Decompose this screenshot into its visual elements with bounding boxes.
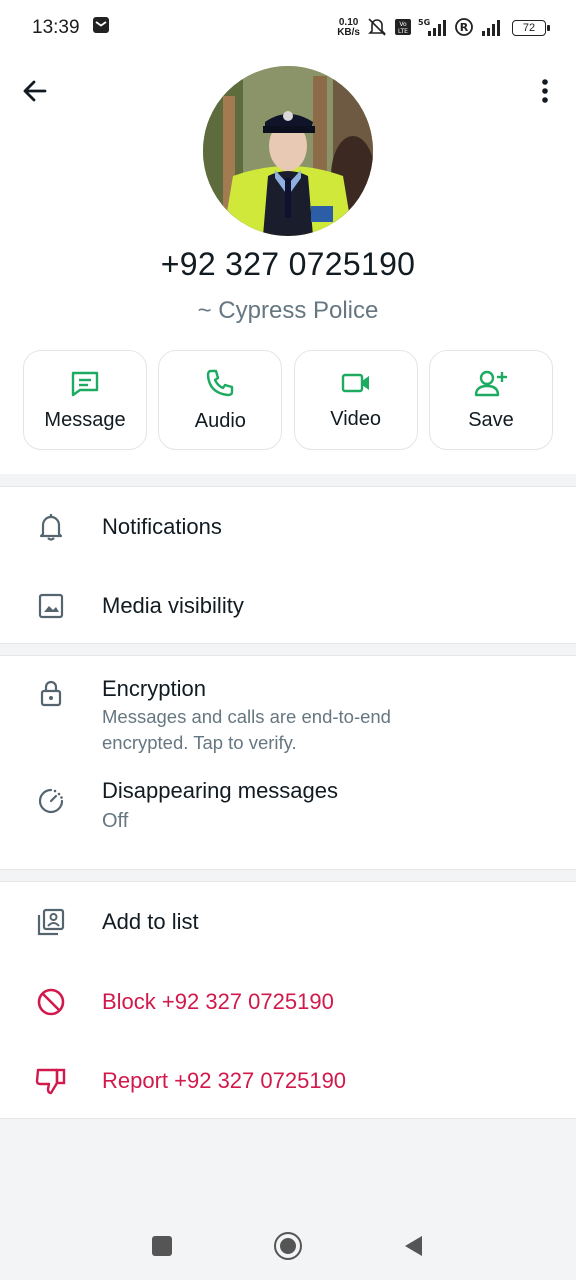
battery-icon: 72 [512, 20, 550, 36]
report-contact-row[interactable]: Report +92 327 0725190 [0, 1042, 576, 1120]
lock-icon [34, 676, 68, 710]
registered-icon: R [454, 17, 474, 40]
message-button-label: Message [44, 408, 126, 431]
message-button[interactable]: Message [23, 350, 147, 450]
battery-level: 72 [522, 22, 536, 34]
triangle-back-icon [405, 1236, 422, 1256]
contact-phone-number: +92 327 0725190 [160, 246, 416, 282]
media-visibility-row[interactable]: Media visibility [0, 567, 576, 645]
network-speed: 0.10 KB/s [337, 18, 360, 38]
notifications-label: Notifications [102, 514, 222, 539]
disappearing-messages-title: Disappearing messages [102, 778, 339, 803]
svg-text:5G: 5G [418, 18, 430, 27]
image-icon [34, 589, 68, 623]
report-contact-label: Report +92 327 0725190 [102, 1068, 347, 1093]
disappearing-messages-status: Off [102, 810, 129, 832]
system-nav-bar [0, 1208, 576, 1280]
back-nav-button[interactable] [403, 1235, 423, 1262]
more-vert-icon [542, 79, 548, 103]
back-button[interactable] [18, 74, 52, 108]
quick-actions: Message Audio Video Save [23, 350, 553, 450]
bell-icon [34, 510, 68, 544]
svg-text:R: R [460, 21, 469, 34]
status-bar: 13:39 0.10 KB/s Vo LTE 5G R 72 [0, 0, 576, 56]
thumb-down-icon [34, 1064, 68, 1098]
block-contact-label: Block +92 327 0725190 [102, 989, 334, 1014]
notifications-row[interactable]: Notifications [0, 487, 576, 567]
contact-list-icon [34, 905, 68, 939]
contact-push-name: ~ Cypress Police [197, 297, 379, 324]
encryption-title: Encryption [102, 676, 206, 701]
contact-avatar[interactable] [203, 66, 373, 236]
signal-5g-icon: 5G [418, 17, 448, 40]
signal-icon [480, 17, 506, 40]
encryption-subtitle-line-1: Messages and calls are end-to-end [102, 706, 391, 727]
net-speed-unit: KB/s [337, 27, 360, 38]
contact-actions-section: Add to list Block +92 327 0725190 Report… [0, 881, 576, 1119]
recents-button[interactable] [152, 1236, 172, 1256]
home-dot-icon [280, 1238, 296, 1254]
add-to-list-row[interactable]: Add to list [0, 882, 576, 962]
block-contact-row[interactable]: Block +92 327 0725190 [0, 962, 576, 1042]
audio-button-label: Audio [194, 409, 246, 432]
mail-notification-icon [92, 16, 110, 40]
phone-icon [207, 369, 234, 396]
save-contact-button[interactable]: Save [428, 350, 553, 450]
status-time: 13:39 [32, 17, 80, 38]
video-button-label: Video [330, 407, 382, 430]
timer-icon [34, 784, 68, 818]
add-to-list-label: Add to list [102, 909, 199, 934]
block-icon [34, 985, 68, 1019]
arrow-left-icon [23, 80, 47, 102]
settings-section: Notifications Media visibility [0, 486, 576, 644]
video-icon [341, 373, 369, 392]
encryption-row[interactable]: Encryption Messages and calls are end-to… [0, 656, 576, 766]
disappearing-messages-row[interactable]: Disappearing messages Off [0, 766, 576, 870]
home-button[interactable] [274, 1232, 302, 1260]
media-visibility-label: Media visibility [102, 593, 244, 618]
privacy-section: Encryption Messages and calls are end-to… [0, 655, 576, 870]
video-call-button[interactable]: Video [293, 350, 418, 450]
add-person-icon [474, 370, 507, 396]
volte-icon: Vo LTE [394, 18, 412, 39]
svg-text:LTE: LTE [398, 28, 408, 35]
message-icon [71, 371, 99, 396]
audio-call-button[interactable]: Audio [158, 350, 283, 450]
more-options-button[interactable] [528, 74, 562, 108]
contact-header: +92 327 0725190 ~ Cypress Police Message… [0, 56, 576, 474]
mute-icon [366, 17, 388, 40]
save-button-label: Save [468, 408, 514, 431]
encryption-subtitle-line-2: encrypted. Tap to verify. [102, 732, 297, 753]
svg-text:Vo: Vo [399, 21, 407, 28]
